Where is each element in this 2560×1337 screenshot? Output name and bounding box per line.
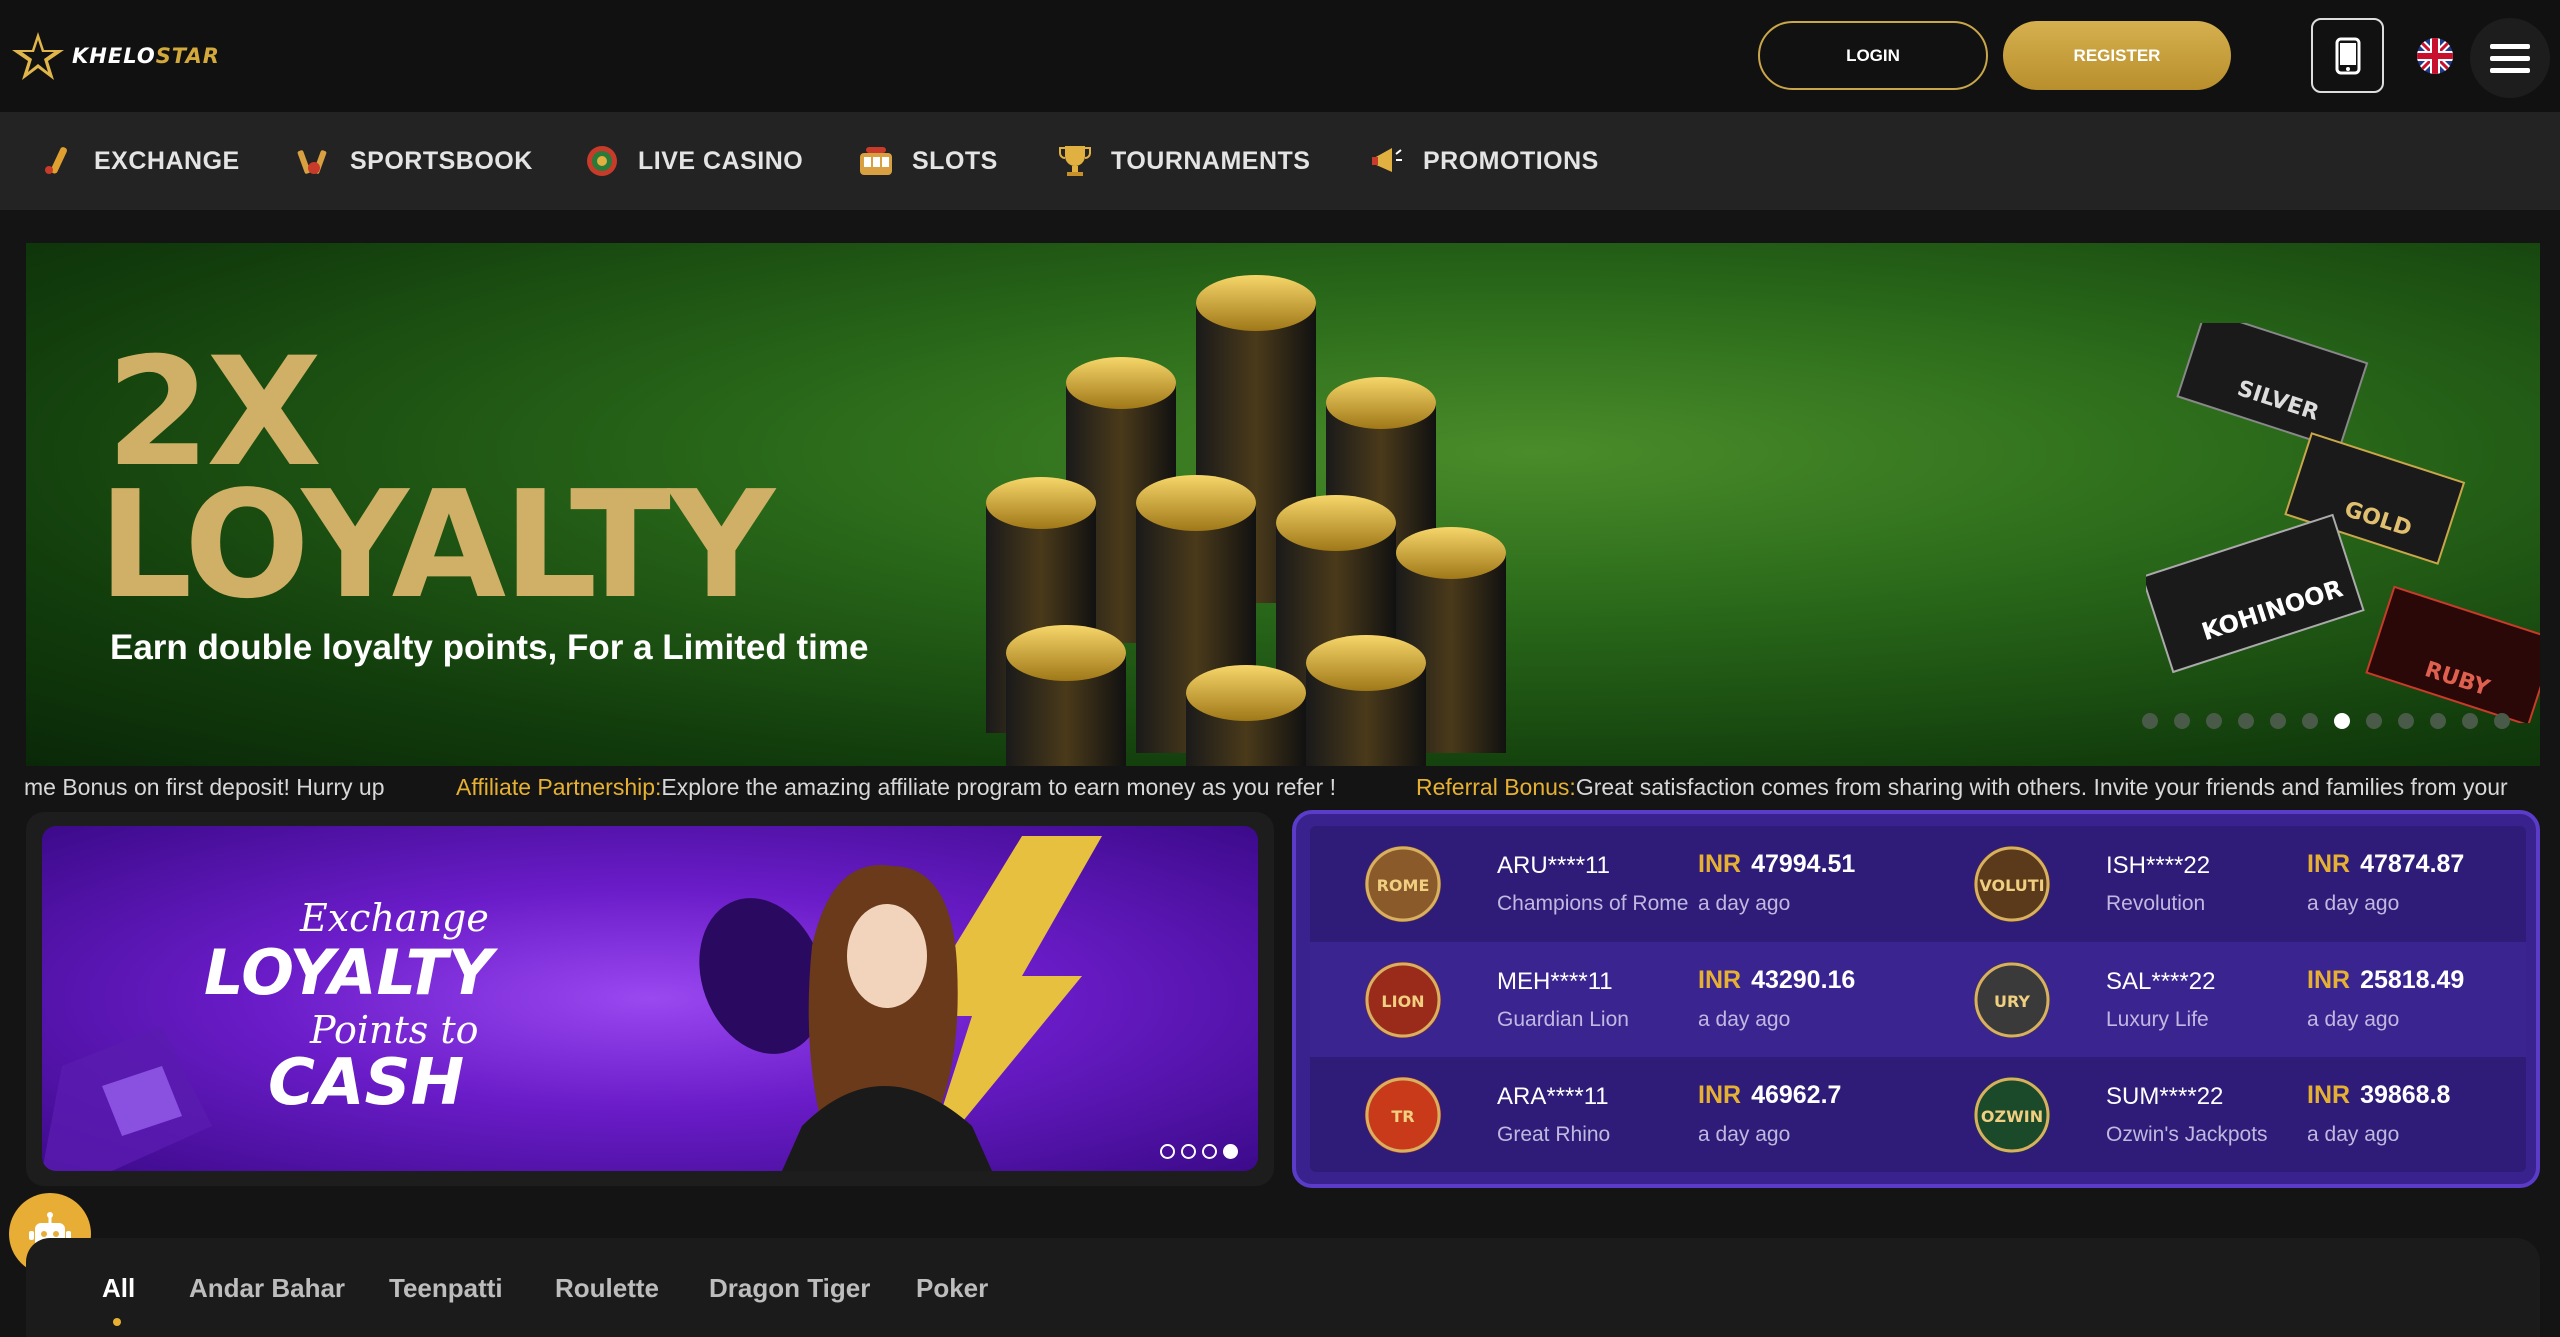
tab-dragon-tiger[interactable]: Dragon Tiger [709,1273,870,1304]
nav-item-slots[interactable]: SLOTS [858,112,998,210]
ticker-item: Affiliate Partnership:Explore the amazin… [456,774,1336,800]
winner-row: TR ARA****11 Great Rhino INR 46962.7 a day ag… [1310,1057,2526,1172]
winner-username: ISH****22 [2106,852,2211,879]
promo-line-cash: CASH [268,1046,465,1120]
winner-username: SUM****22 [2106,1083,2224,1110]
nav-label: SPORTSBOOK [350,146,533,175]
star-logo-icon [12,32,64,80]
carousel-dot[interactable] [2174,713,2190,729]
winner-time: a day ago [2307,892,2400,915]
winner-entry[interactable]: OZWIN SUM****22 Ozwin's Jackpots INR 39868.8… [1310,1057,2526,1172]
game-thumbnail: URY [1974,962,2050,1038]
promo-carousel-dots [1160,1144,1238,1159]
svg-text:VOLUTI: VOLUTI [1979,876,2044,895]
roulette-wheel-icon [584,143,620,179]
trophy-icon [1057,143,1093,179]
main-nav: EXCHANGE SPORTSBOOK LIVE CASINO SLOTS TO… [0,112,2560,210]
carousel-dot[interactable] [1223,1144,1238,1159]
mobile-app-button[interactable] [2311,18,2384,93]
tab-andar-bahar[interactable]: Andar Bahar [189,1273,345,1304]
sports-icon [296,143,332,179]
ticker-item: me Bonus on first deposit! Hurry up [24,774,385,800]
carousel-dot[interactable] [1181,1144,1196,1159]
winner-row: LION MEH****11 Guardian Lion INR 43290.16 a d… [1310,942,2526,1057]
svg-text:URY: URY [1994,992,2030,1011]
register-button[interactable]: REGISTER [2003,21,2231,90]
promo-line-loyalty: LOYALTY [204,936,493,1009]
announcement-ticker: me Bonus on first deposit! Hurry up Affi… [0,766,2560,808]
hamburger-menu-icon[interactable] [2470,18,2550,98]
nav-item-exchange[interactable]: EXCHANGE [40,112,240,210]
nav-label: EXCHANGE [94,146,240,175]
active-tab-indicator [113,1318,121,1326]
winner-entry[interactable]: VOLUTI ISH****22 Revolution INR 47874.87 a da… [1310,826,2526,941]
winner-amount: INR 47874.87 [2307,850,2465,878]
winner-game-name: Luxury Life [2106,1008,2209,1031]
winner-amount: INR 39868.8 [2307,1081,2451,1109]
carousel-dot[interactable] [2238,713,2254,729]
nav-label: SLOTS [912,146,998,175]
hero-banner[interactable]: 2X LOYALTY Earn double loyalty points, F… [26,243,2540,766]
carousel-dot[interactable] [2462,713,2478,729]
tab-poker[interactable]: Poker [916,1273,988,1304]
carousel-dot[interactable] [2334,713,2350,729]
language-selector[interactable] [2417,38,2453,74]
winner-game-name: Ozwin's Jackpots [2106,1123,2268,1146]
exchange-loyalty-promo-banner[interactable]: Exchange LOYALTY Points to CASH [42,826,1258,1171]
carousel-dot[interactable] [2270,713,2286,729]
nav-item-live-casino[interactable]: LIVE CASINO [584,112,803,210]
nav-item-tournaments[interactable]: TOURNAMENTS [1057,112,1310,210]
winner-game-name: Revolution [2106,892,2206,915]
game-thumbnail: VOLUTI [1974,846,2050,922]
khelostar-logo[interactable]: KHELOSTAR [10,26,230,86]
winner-amount: INR 25818.49 [2307,966,2465,994]
carousel-dot[interactable] [2366,713,2382,729]
winner-time: a day ago [2307,1123,2400,1146]
svg-text:OZWIN: OZWIN [1981,1107,2043,1126]
tab-teenpatti[interactable]: Teenpatti [389,1273,503,1304]
winner-entry[interactable]: URY SAL****22 Luxury Life INR 25818.49 a day … [1310,942,2526,1057]
nav-label: PROMOTIONS [1423,146,1599,175]
megaphone-icon [1369,143,1405,179]
game-thumbnail: OZWIN [1974,1077,2050,1153]
cricket-bat-icon [40,143,76,179]
hero-headline-loyalty: LOYALTY [98,459,775,631]
top-bar: KHELOSTAR LOGIN REGISTER [0,0,2560,112]
gold-chips-stack-image [986,275,1506,766]
carousel-dot[interactable] [2206,713,2222,729]
nav-label: LIVE CASINO [638,146,804,175]
hero-carousel-dots [2142,713,2510,729]
nav-label: TOURNAMENTS [1111,146,1311,175]
winner-time: a day ago [2307,1008,2400,1031]
hero-subtitle: Earn double loyalty points, For a Limite… [110,628,869,667]
loyalty-tier-cards-image: SILVER GOLD KOHINOOR RUBY [2146,323,2540,723]
slot-machine-icon [858,143,894,179]
carousel-dot[interactable] [2494,713,2510,729]
carousel-dot[interactable] [1160,1144,1175,1159]
winner-username: SAL****22 [2106,968,2216,995]
carousel-dot[interactable] [2430,713,2446,729]
carousel-dot[interactable] [1202,1144,1217,1159]
tab-roulette[interactable]: Roulette [555,1273,659,1304]
carousel-dot[interactable] [2398,713,2414,729]
winner-row: ROME ARU****11 Champions of Rome INR 47994.5… [1310,826,2526,941]
nav-item-sportsbook[interactable]: SPORTSBOOK [296,112,533,210]
carousel-dot[interactable] [2302,713,2318,729]
carousel-dot[interactable] [2142,713,2158,729]
mobile-icon [2335,37,2360,74]
nav-item-promotions[interactable]: PROMOTIONS [1369,112,1599,210]
promo-line-exchange: Exchange [300,896,489,940]
login-button[interactable]: LOGIN [1758,21,1988,90]
uk-flag-icon [2417,38,2453,74]
tab-all[interactable]: All [102,1273,135,1304]
logo-text: KHELOSTAR [72,44,220,68]
ticker-item: Referral Bonus:Great satisfaction comes … [1416,774,2508,800]
